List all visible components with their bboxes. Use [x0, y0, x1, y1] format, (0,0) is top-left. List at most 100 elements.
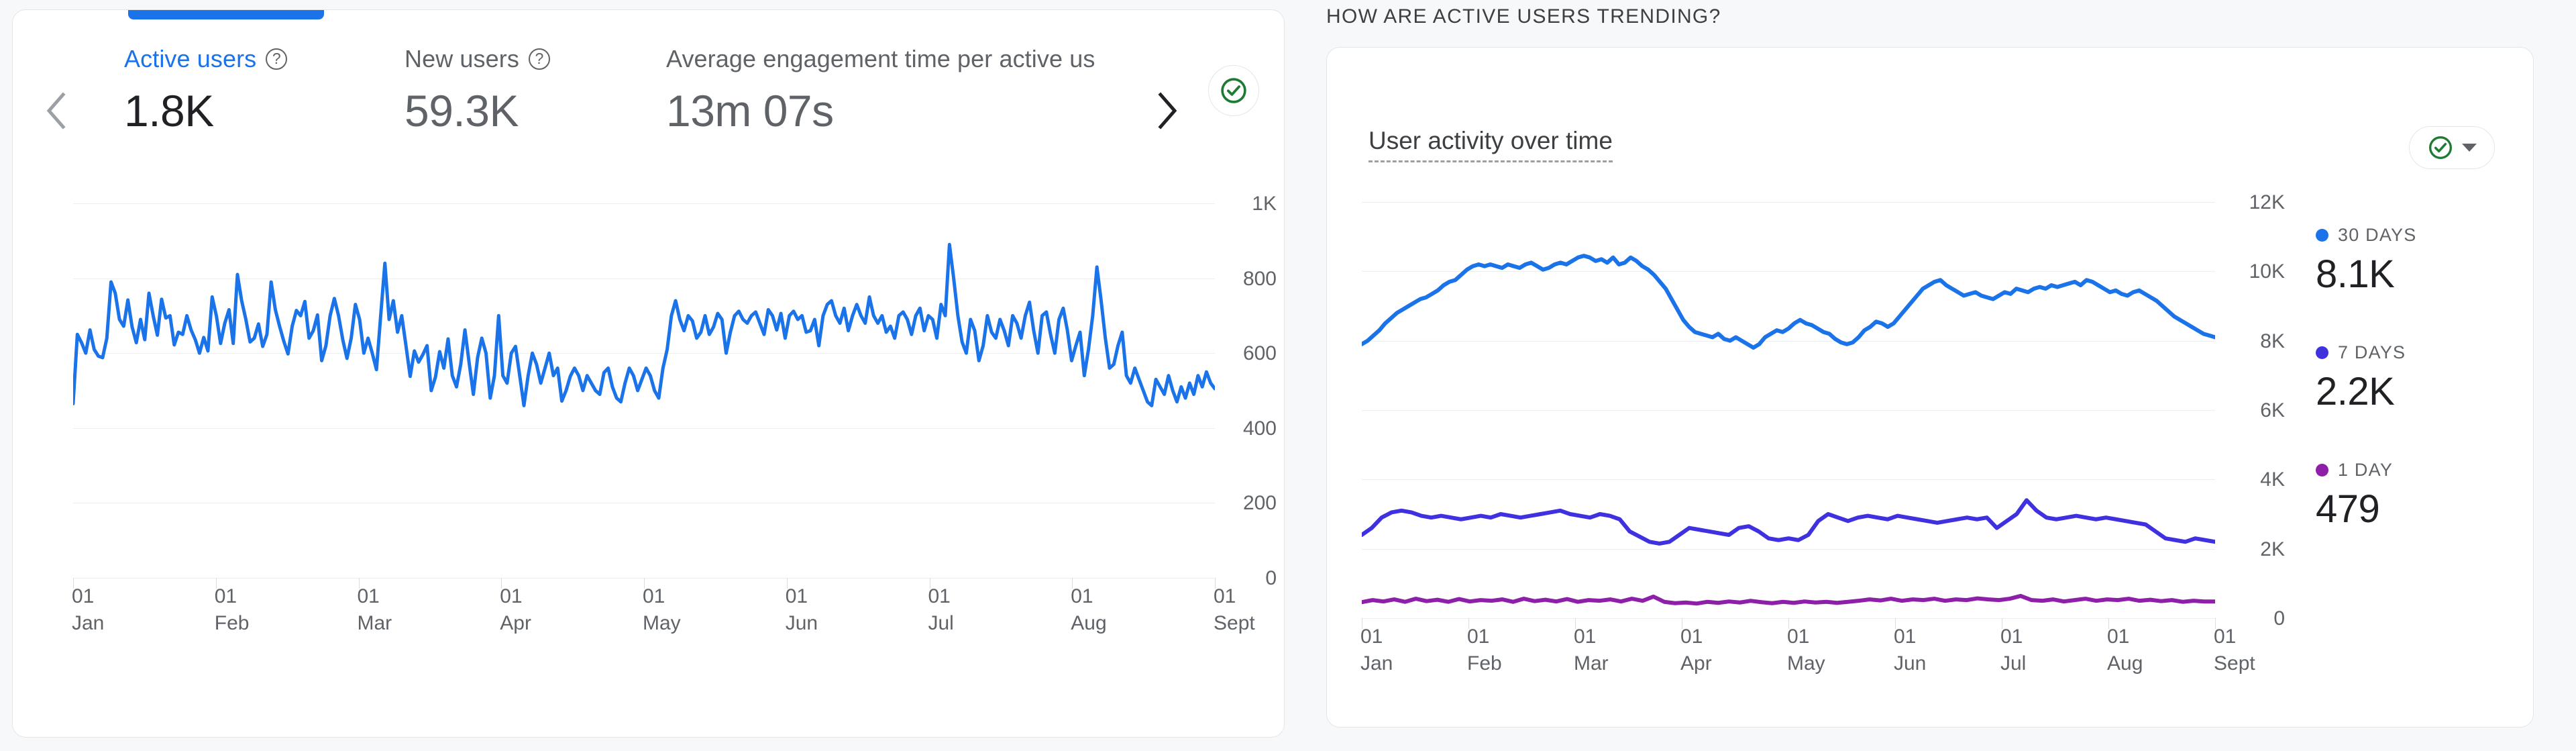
x-tick-mark	[786, 578, 788, 589]
x-tick-label: 01 Jun	[786, 583, 818, 637]
x-tick-label: 01 Jul	[928, 583, 954, 637]
x-tick-mark	[1575, 618, 1576, 629]
x-tick-day: 01	[2000, 625, 2023, 648]
x-tick-label: 01 May	[1787, 623, 1825, 677]
metric-new-users[interactable]: New users ? 59.3K	[405, 44, 666, 136]
help-icon[interactable]: ?	[528, 48, 550, 70]
x-tick-month: May	[1787, 652, 1825, 674]
legend-color-dot	[2316, 346, 2328, 359]
x-tick-mark	[2215, 618, 2216, 629]
x-tick-mark	[501, 578, 502, 589]
metric-average-engagement-time[interactable]: Average engagement time per active us 13…	[666, 44, 1203, 136]
legend-color-dot	[2316, 228, 2328, 242]
chart-legend: 30 DAYS 8.1K 7 DAYS 2.2K 1 DAY 479	[2316, 223, 2537, 576]
legend-value: 8.1K	[2316, 252, 2395, 296]
check-circle-icon	[2429, 136, 2452, 159]
x-tick-month: May	[643, 612, 681, 634]
x-tick-month: Apr	[500, 612, 531, 634]
legend-item-1-day[interactable]: 1 DAY 479	[2316, 458, 2537, 532]
data-status-button[interactable]	[1208, 65, 1259, 116]
x-tick-day: 01	[2107, 625, 2130, 648]
x-tick-day: 01	[1894, 625, 1917, 648]
user-activity-card: User activity over time 0 2K 4K 6K 8K 10K 12K …	[1326, 47, 2534, 728]
x-tick-label: 01 Jul	[2000, 623, 2026, 677]
legend-item-7-days[interactable]: 7 DAYS 2.2K	[2316, 341, 2537, 414]
metric-label-row: Active users ?	[124, 44, 405, 74]
x-tick-mark	[1072, 578, 1073, 589]
y-tick-label: 8K	[2260, 330, 2285, 352]
legend-value: 479	[2316, 487, 2380, 531]
y-tick-label: 10K	[2249, 260, 2285, 283]
x-tick-month: Aug	[2107, 652, 2143, 674]
metric-label: New users	[405, 45, 519, 72]
x-tick-month: Feb	[214, 612, 250, 634]
chart-series-line	[73, 242, 1215, 407]
active-tab-indicator	[128, 10, 324, 19]
y-tick-label: 400	[1242, 417, 1277, 440]
x-tick-day: 01	[1360, 625, 1383, 648]
help-icon[interactable]: ?	[266, 48, 288, 70]
x-tick-day: 01	[72, 585, 95, 607]
y-tick-label: 12K	[2249, 191, 2285, 213]
active-users-line-chart: 0 200 400 600 800 1K 01 Jan 01 Feb 01 Mar 01 Apr 01 Ma…	[13, 193, 1284, 673]
chart-series-line	[1362, 593, 2215, 606]
legend-label: 1 DAY	[2338, 459, 2394, 480]
x-tick-label: 01 Apr	[1680, 623, 1712, 677]
x-tick-day: 01	[500, 585, 523, 607]
metric-value: 59.3K	[405, 86, 519, 136]
x-tick-day: 01	[1680, 625, 1703, 648]
chart-series-line	[1362, 498, 2215, 546]
y-tick-label: 800	[1242, 267, 1277, 290]
x-tick-mark	[73, 578, 74, 589]
x-tick-month: Mar	[357, 612, 392, 634]
metrics-card: Active users ? 1.8K New users ? 59.3K Av…	[12, 9, 1285, 738]
y-tick-label: 4K	[2260, 468, 2285, 491]
legend-color-dot	[2316, 463, 2328, 477]
chart-plot-area[interactable]	[73, 203, 1215, 579]
card-title[interactable]: User activity over time	[1368, 127, 1613, 162]
y-tick-label: 1K	[1252, 193, 1277, 215]
chevron-down-icon	[2462, 144, 2477, 152]
legend-item-30-days[interactable]: 30 DAYS 8.1K	[2316, 223, 2537, 297]
x-tick-mark	[2108, 618, 2109, 629]
legend-head: 30 DAYS	[2316, 223, 2537, 246]
x-tick-day: 01	[1574, 625, 1597, 648]
y-tick-label: 6K	[2260, 399, 2285, 421]
metric-label-row: New users ?	[405, 44, 666, 74]
metric-summary-list: Active users ? 1.8K New users ? 59.3K Av…	[124, 44, 1203, 136]
x-tick-day: 01	[1071, 585, 1093, 607]
chevron-left-icon	[46, 92, 66, 130]
x-tick-label: 01 Jun	[1894, 623, 1926, 677]
x-tick-month: Jun	[785, 612, 818, 634]
y-tick-label: 600	[1242, 342, 1277, 365]
chart-lines	[1362, 254, 2215, 606]
x-tick-label: 01 Mar	[1574, 623, 1609, 677]
card-status-dropdown[interactable]	[2409, 126, 2495, 169]
x-tick-month: Jul	[2000, 652, 2027, 674]
metric-value: 1.8K	[124, 86, 214, 136]
user-activity-panel: HOW ARE ACTIVE USERS TRENDING? User acti…	[1311, 0, 2576, 751]
x-tick-mark	[1215, 578, 1216, 589]
metric-label-row: Average engagement time per active us	[666, 44, 1203, 74]
x-tick-month: Sept	[2214, 652, 2255, 674]
x-tick-day: 01	[357, 585, 380, 607]
x-tick-label: 01 May	[643, 583, 681, 637]
chart-plot-area[interactable]	[1362, 202, 2215, 619]
x-axis-tick-labels: 01 Jan 01 Feb 01 Mar 01 Apr 01 May 01 Jun 01 Jul 01 Aug…	[72, 578, 1255, 657]
x-tick-month: Mar	[1574, 652, 1609, 674]
x-tick-label: 01 Jan	[1360, 623, 1393, 677]
x-tick-month: Jan	[1360, 652, 1393, 674]
y-tick-label: 200	[1242, 492, 1277, 515]
metric-active-users[interactable]: Active users ? 1.8K	[124, 44, 405, 136]
previous-metric-button[interactable]	[36, 91, 76, 131]
x-tick-month: Sept	[1214, 612, 1255, 634]
x-tick-day: 01	[785, 585, 808, 607]
x-tick-day: 01	[2214, 625, 2237, 648]
x-tick-label: 01 Aug	[2107, 623, 2143, 677]
x-tick-label: 01 Feb	[1467, 623, 1502, 677]
x-tick-day: 01	[1467, 625, 1490, 648]
legend-head: 1 DAY	[2316, 458, 2537, 481]
x-tick-mark	[1788, 618, 1789, 629]
metric-value: 13m 07s	[666, 86, 834, 136]
x-tick-month: Jul	[928, 612, 954, 634]
